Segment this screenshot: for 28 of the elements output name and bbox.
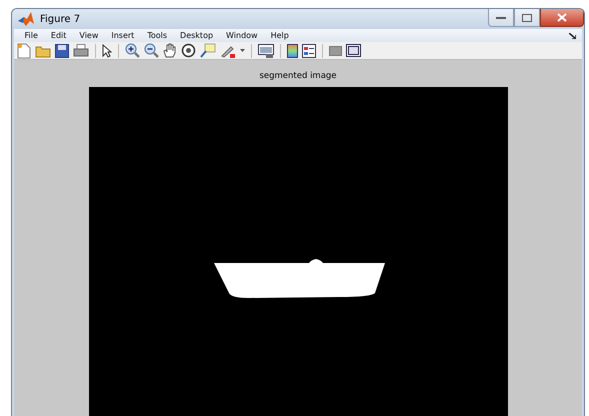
minimize-icon — [496, 16, 506, 20]
menu-item[interactable]: Tools — [140, 31, 174, 40]
dock-arrow-icon[interactable] — [569, 32, 576, 38]
menu-item[interactable]: View — [72, 31, 105, 40]
window-title: Figure 7 — [40, 14, 80, 24]
new-file-icon[interactable] — [17, 42, 31, 58]
axes-title: segmented image — [259, 71, 337, 82]
save-icon[interactable] — [55, 44, 69, 58]
caret-icon[interactable] — [240, 49, 245, 52]
menu-item[interactable]: Edit — [44, 31, 73, 40]
close-icon — [557, 13, 567, 22]
menu-item[interactable]: Insert — [104, 31, 141, 40]
menu-item[interactable]: File — [18, 31, 44, 40]
menu-item[interactable]: Help — [264, 31, 296, 40]
menu-item[interactable]: Window — [220, 31, 264, 40]
minimize-button[interactable] — [488, 9, 514, 27]
pointer-icon[interactable] — [102, 44, 112, 58]
maximize-button[interactable] — [514, 9, 540, 27]
maximize-icon — [522, 14, 532, 22]
brush-icon[interactable] — [220, 44, 236, 58]
colorbar-icon[interactable] — [287, 44, 298, 58]
menu-item[interactable]: Desktop — [174, 31, 220, 40]
legend-icon[interactable] — [302, 44, 316, 58]
zoom-in-icon[interactable] — [125, 43, 140, 58]
close-button[interactable] — [540, 9, 584, 27]
hand-icon[interactable] — [163, 43, 177, 58]
print-icon[interactable] — [73, 44, 89, 58]
zoom-out-icon[interactable] — [144, 43, 159, 58]
